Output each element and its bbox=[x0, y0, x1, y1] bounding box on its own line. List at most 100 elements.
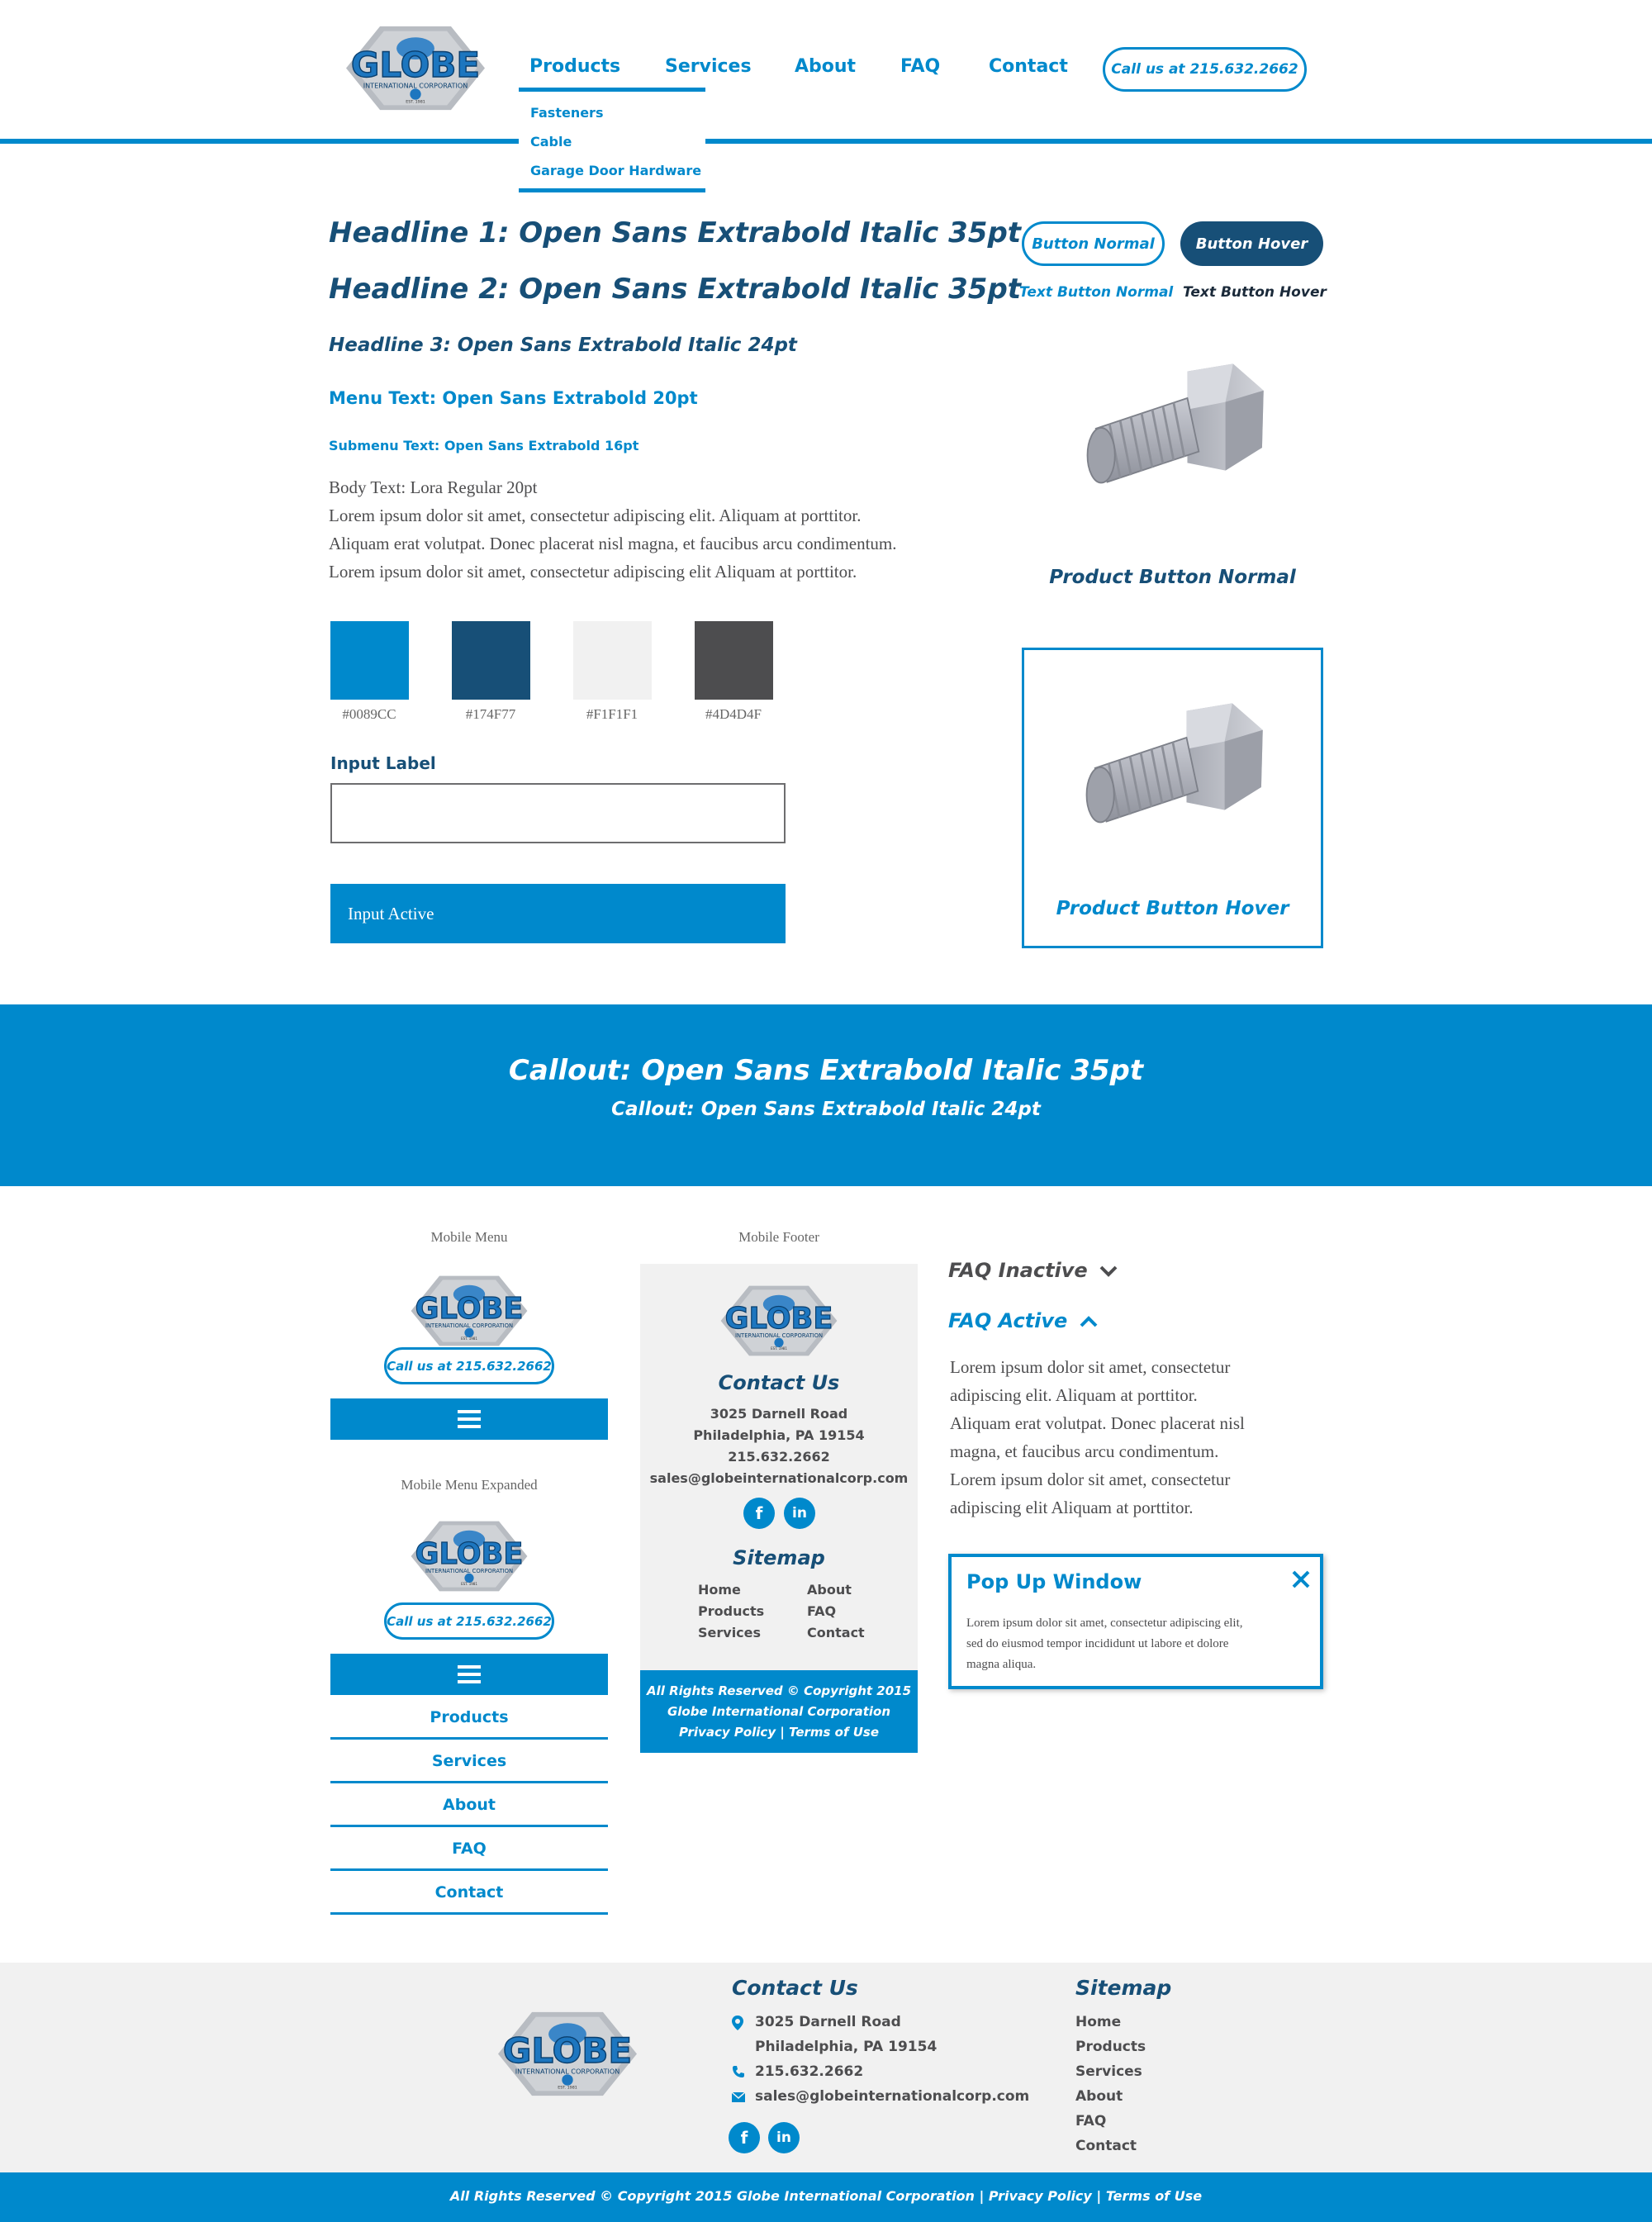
mobile-menu-logo[interactable]: GLOBE INTERNATIONAL CORPORATION EST. 198… bbox=[407, 1275, 531, 1347]
mobile-menu-expanded-title: Mobile Menu Expanded bbox=[401, 1477, 538, 1493]
nav-faq[interactable]: FAQ bbox=[900, 56, 940, 77]
mobile-footer-title: Mobile Footer bbox=[738, 1229, 819, 1245]
mobile-call-button[interactable]: Call us at 215.632.2662 bbox=[384, 1347, 554, 1384]
body-text-line: Lorem ipsum dolor sit amet, consectetur … bbox=[329, 562, 857, 582]
mobile-call-button[interactable]: Call us at 215.632.2662 bbox=[384, 1602, 554, 1640]
facebook-icon[interactable]: f bbox=[743, 1498, 775, 1529]
mobile-menu-item-products[interactable]: Products bbox=[330, 1697, 608, 1740]
button-normal[interactable]: Button Normal bbox=[1022, 221, 1165, 266]
popup-body-line: Lorem ipsum dolor sit amet, consectetur … bbox=[966, 1617, 1243, 1630]
swatch-label: #F1F1F1 bbox=[586, 706, 638, 722]
product-button-normal[interactable]: Product Button Normal bbox=[1022, 347, 1323, 595]
footer-email[interactable]: sales@globeinternationalcorp.com bbox=[755, 2088, 1029, 2105]
text-button-hover[interactable]: Text Button Hover bbox=[1183, 284, 1327, 301]
faq-item-active[interactable]: FAQ Active bbox=[948, 1309, 1098, 1336]
footer-sitemap-products[interactable]: Products bbox=[1075, 2039, 1146, 2055]
products-submenu: Fasteners Cable Garage Door Hardware bbox=[519, 88, 705, 192]
product-button-normal-label: Product Button Normal bbox=[1049, 567, 1296, 588]
mobile-footer-address-1: 3025 Darnell Road bbox=[710, 1406, 848, 1422]
footer-sitemap-faq[interactable]: FAQ bbox=[1075, 2113, 1106, 2129]
body-text-line: Aliquam erat volutpat. Donec placerat ni… bbox=[329, 534, 897, 553]
faq-answer-line: Lorem ipsum dolor sit amet, consectetur bbox=[950, 1469, 1231, 1489]
product-button-hover-label: Product Button Hover bbox=[1056, 898, 1289, 919]
body-text-label: Body Text: Lora Regular 20pt bbox=[329, 477, 538, 497]
footer-sitemap-about[interactable]: About bbox=[1075, 2088, 1123, 2105]
linkedin-icon[interactable]: in bbox=[784, 1498, 815, 1529]
callout-subtitle: Callout: Open Sans Extrabold Italic 24pt bbox=[611, 1099, 1041, 1120]
input-active-field[interactable]: Input Active bbox=[330, 884, 786, 943]
button-hover[interactable]: Button Hover bbox=[1180, 221, 1323, 266]
mobile-sitemap-faq[interactable]: FAQ bbox=[807, 1603, 836, 1619]
footer-sitemap-services[interactable]: Services bbox=[1075, 2063, 1142, 2080]
mobile-footer-email[interactable]: sales@globeinternationalcorp.com bbox=[640, 1470, 918, 1486]
color-swatch-navy bbox=[452, 621, 530, 700]
mobile-sitemap-contact[interactable]: Contact bbox=[807, 1625, 865, 1640]
globe-logo-icon: GLOBE INTERNATIONAL CORPORATION EST. 198… bbox=[498, 2011, 637, 2096]
input-field[interactable] bbox=[330, 783, 786, 843]
mobile-copyright-line: Globe International Corporation bbox=[667, 1704, 891, 1719]
mobile-menu-title: Mobile Menu bbox=[430, 1229, 508, 1245]
footer-address-2: Philadelphia, PA 19154 bbox=[755, 2039, 938, 2055]
nav-services[interactable]: Services bbox=[665, 56, 752, 77]
faq-inactive-label: FAQ Inactive bbox=[948, 1259, 1088, 1282]
submenu-item-fasteners[interactable]: Fasteners bbox=[530, 105, 603, 121]
chevron-up-icon bbox=[1080, 1316, 1098, 1327]
hamburger-icon bbox=[458, 1410, 481, 1428]
close-icon[interactable] bbox=[1292, 1570, 1310, 1588]
footer-logo[interactable]: GLOBE INTERNATIONAL CORPORATION EST. 198… bbox=[493, 2011, 642, 2097]
svg-text:EST. 1981: EST. 1981 bbox=[771, 1346, 787, 1351]
svg-text:EST. 1981: EST. 1981 bbox=[558, 2086, 577, 2091]
mobile-footer-sitemap-heading: Sitemap bbox=[733, 1546, 825, 1569]
faq-item-inactive[interactable]: FAQ Inactive bbox=[948, 1259, 1118, 1285]
svg-text:INTERNATIONAL CORPORATION: INTERNATIONAL CORPORATION bbox=[363, 81, 468, 89]
footer-contact-heading: Contact Us bbox=[732, 1976, 858, 2000]
product-button-hover[interactable]: Product Button Hover bbox=[1022, 648, 1323, 948]
footer-copyright-text[interactable]: All Rights Reserved © Copyright 2015 Glo… bbox=[0, 2188, 1652, 2204]
mobile-menu-expanded-logo[interactable]: GLOBE INTERNATIONAL CORPORATION EST. 198… bbox=[407, 1520, 531, 1593]
nav-products[interactable]: Products bbox=[529, 56, 620, 77]
site-footer: GLOBE INTERNATIONAL CORPORATION EST. 198… bbox=[0, 1963, 1652, 2172]
faq-active-label: FAQ Active bbox=[948, 1309, 1068, 1332]
mobile-footer-logo[interactable]: GLOBE INTERNATIONAL CORPORATION EST. 198… bbox=[717, 1284, 841, 1357]
hamburger-menu-button-expanded[interactable] bbox=[330, 1654, 608, 1695]
mobile-sitemap-home[interactable]: Home bbox=[698, 1582, 741, 1598]
swatch-label: #4D4D4F bbox=[705, 706, 762, 722]
text-button-normal[interactable]: Text Button Normal bbox=[1019, 284, 1173, 301]
mobile-menu-item-faq[interactable]: FAQ bbox=[330, 1828, 608, 1871]
mobile-sitemap-products[interactable]: Products bbox=[698, 1603, 764, 1619]
mobile-sitemap-about[interactable]: About bbox=[807, 1582, 852, 1598]
nav-contact[interactable]: Contact bbox=[989, 56, 1068, 77]
header-logo[interactable]: GLOBE INTERNATIONAL CORPORATION EST. 198… bbox=[341, 25, 490, 112]
menu-text-sample: Menu Text: Open Sans Extrabold 20pt bbox=[329, 388, 698, 408]
mobile-footer-phone[interactable]: 215.632.2662 bbox=[640, 1449, 918, 1465]
color-swatch-dark-gray bbox=[695, 621, 773, 700]
mobile-menu-item-services[interactable]: Services bbox=[330, 1740, 608, 1783]
popup-window: Pop Up Window Lorem ipsum dolor sit amet… bbox=[948, 1554, 1323, 1689]
linkedin-icon[interactable]: in bbox=[768, 2122, 800, 2153]
footer-sitemap-home[interactable]: Home bbox=[1075, 2014, 1121, 2030]
footer-sitemap-contact[interactable]: Contact bbox=[1075, 2138, 1137, 2154]
mobile-menu-item-contact[interactable]: Contact bbox=[330, 1872, 608, 1915]
mobile-privacy-terms-links[interactable]: Privacy Policy | Terms of Use bbox=[640, 1725, 918, 1740]
color-swatch-light-gray bbox=[573, 621, 652, 700]
hamburger-menu-button[interactable] bbox=[330, 1398, 608, 1440]
call-button[interactable]: Call us at 215.632.2662 bbox=[1103, 47, 1307, 92]
svg-text:EST. 1981: EST. 1981 bbox=[461, 1582, 477, 1586]
mobile-sitemap-services[interactable]: Services bbox=[698, 1625, 761, 1640]
globe-logo-icon: GLOBE INTERNATIONAL CORPORATION EST. 198… bbox=[346, 26, 485, 111]
email-icon bbox=[731, 2091, 746, 2106]
submenu-item-garage-door-hardware[interactable]: Garage Door Hardware bbox=[530, 163, 701, 178]
submenu-item-cable[interactable]: Cable bbox=[530, 134, 572, 150]
mobile-menu-item-about[interactable]: About bbox=[330, 1784, 608, 1827]
callout-title: Callout: Open Sans Extrabold Italic 35pt bbox=[508, 1054, 1144, 1087]
mobile-footer-copyright: All Rights Reserved © Copyright 2015 Glo… bbox=[640, 1670, 918, 1753]
popup-body-line: sed do eiusmod tempor incididunt ut labo… bbox=[966, 1637, 1229, 1650]
nav-about[interactable]: About bbox=[795, 56, 856, 77]
popup-title: Pop Up Window bbox=[966, 1570, 1142, 1593]
faq-answer-line: adipiscing elit. Aliquam at porttitor. bbox=[950, 1385, 1198, 1405]
facebook-icon[interactable]: f bbox=[729, 2122, 760, 2153]
footer-phone[interactable]: 215.632.2662 bbox=[755, 2063, 863, 2080]
input-label: Input Label bbox=[330, 753, 436, 773]
globe-logo-icon: GLOBE INTERNATIONAL CORPORATION EST. 198… bbox=[411, 1275, 528, 1346]
phone-icon bbox=[732, 2065, 745, 2082]
